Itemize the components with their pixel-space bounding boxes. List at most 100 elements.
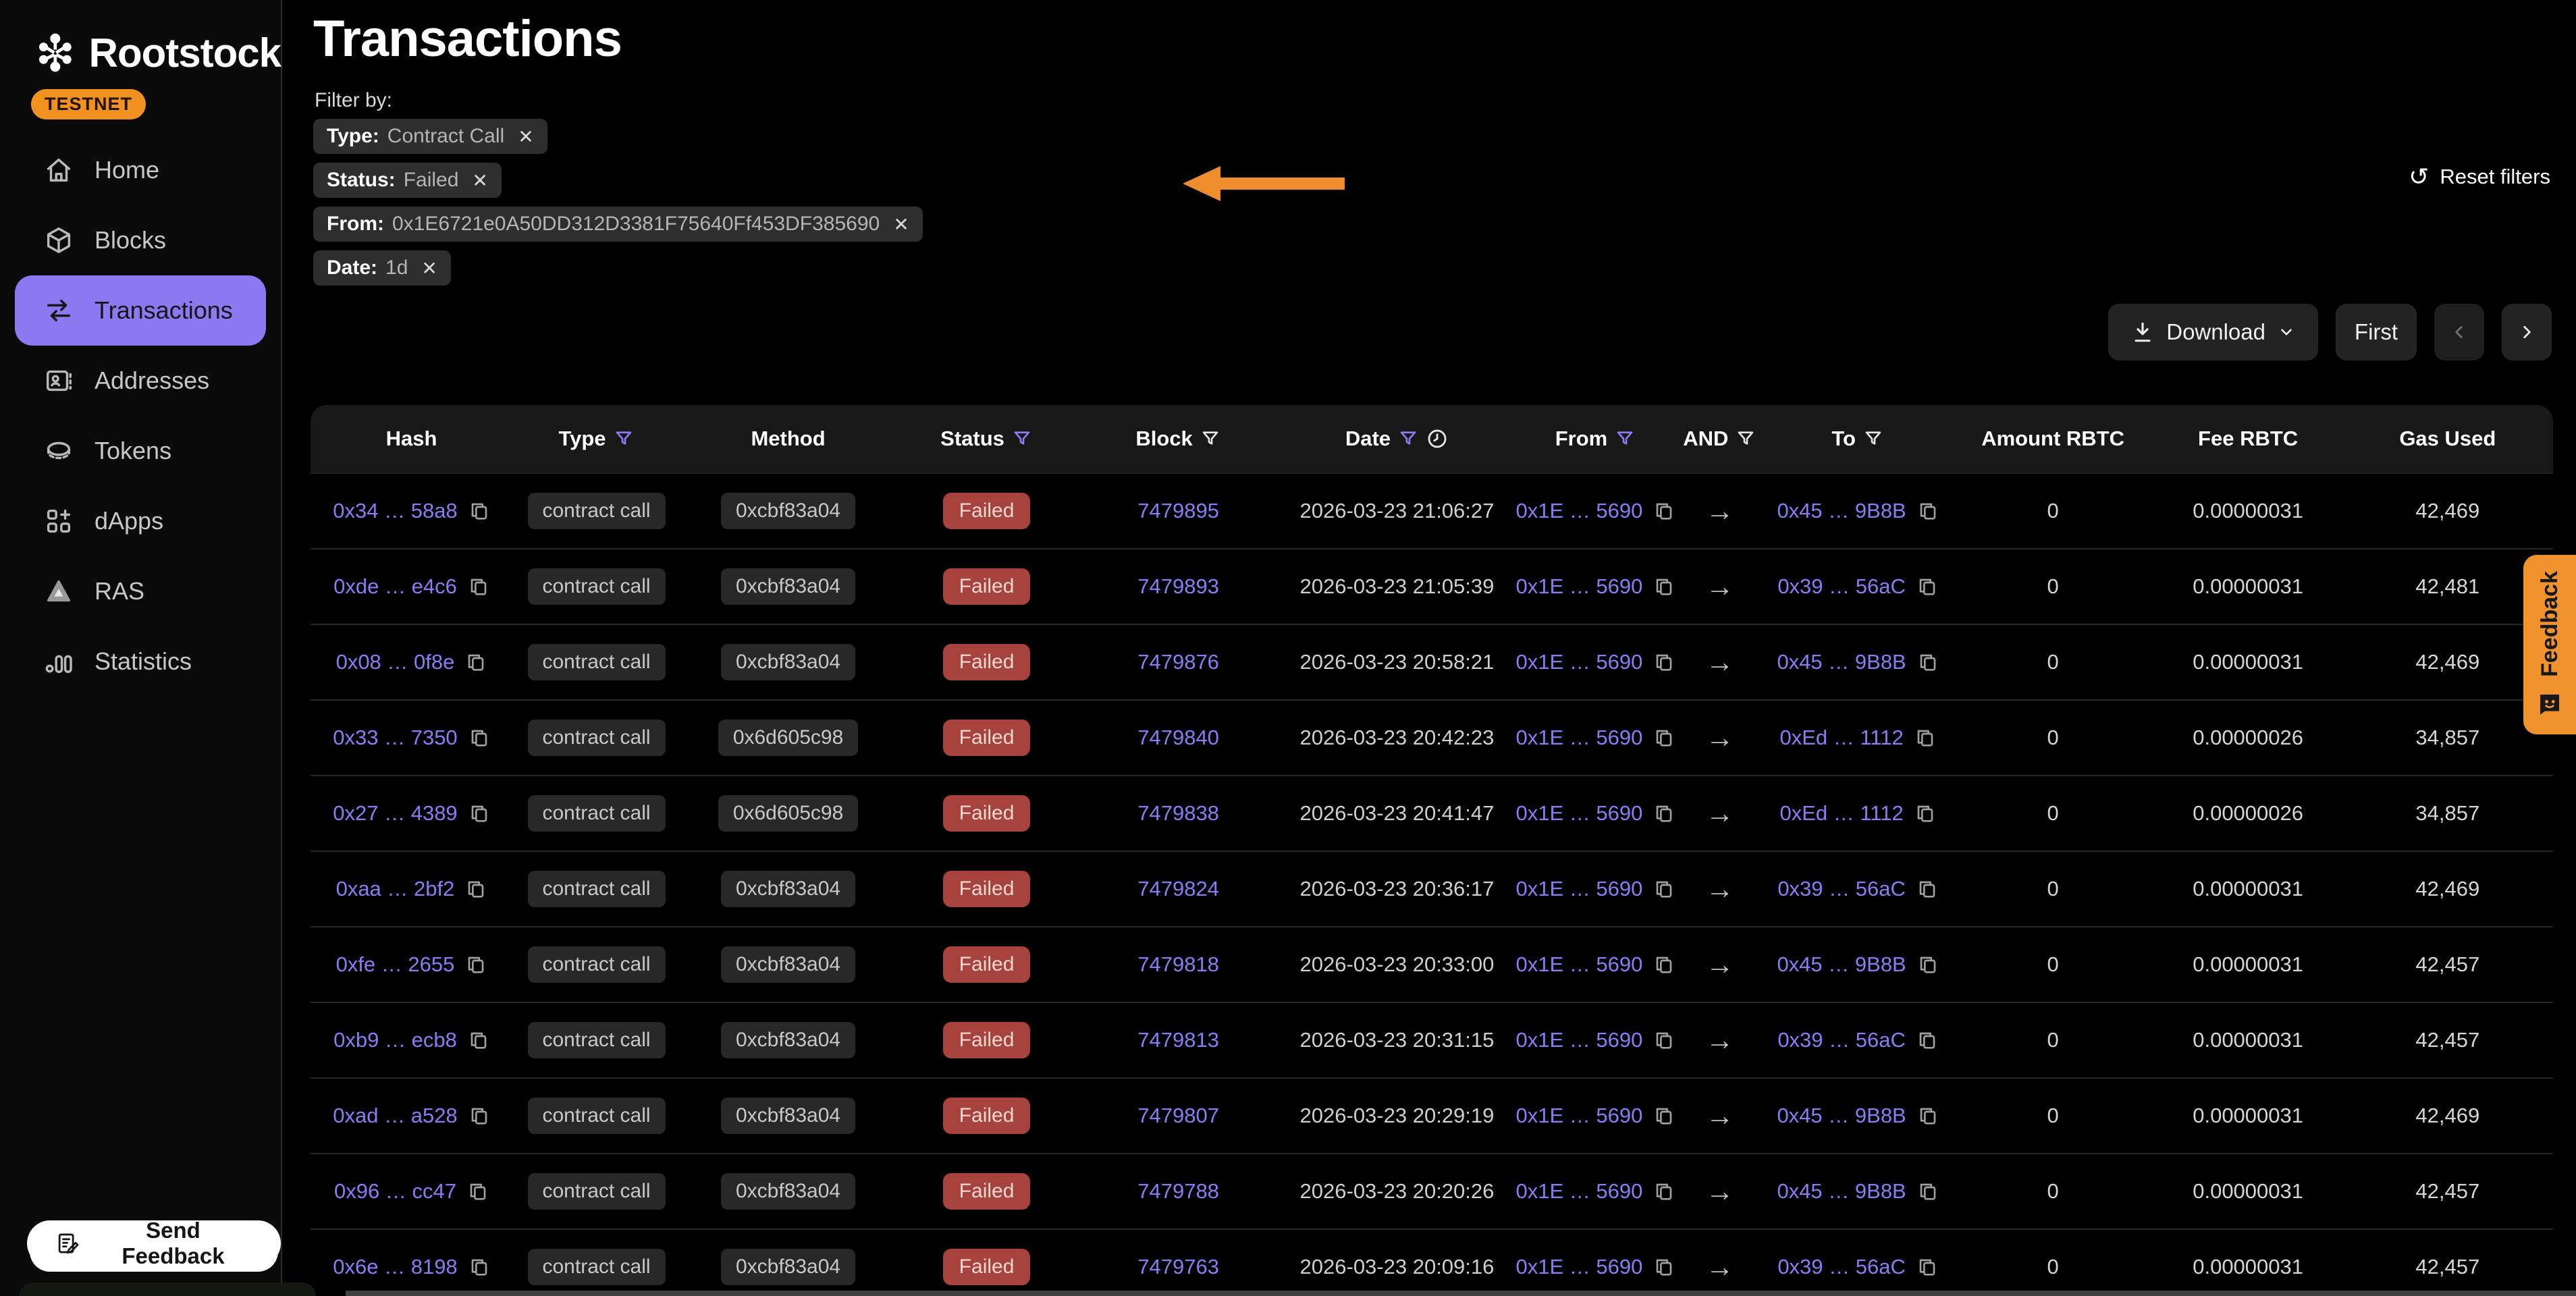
copy-icon[interactable] [465, 878, 487, 900]
from-address-link[interactable]: 0x1E … 5690 [1516, 1028, 1643, 1052]
filter-icon[interactable] [613, 428, 635, 450]
sidebar-item-statistics[interactable]: Statistics [15, 626, 266, 697]
sidebar-item-tokens[interactable]: Tokens [15, 416, 266, 486]
brand-logo[interactable]: Rootstock [31, 20, 281, 85]
col-header-from[interactable]: From [1515, 405, 1676, 473]
copy-icon[interactable] [1916, 575, 1938, 598]
from-address-link[interactable]: 0x1E … 5690 [1516, 1179, 1643, 1204]
col-header-status[interactable]: Status [896, 405, 1077, 473]
copy-icon[interactable] [1917, 651, 1939, 674]
sidebar-item-dapps[interactable]: dApps [15, 486, 266, 556]
from-address-link[interactable]: 0x1E … 5690 [1516, 650, 1643, 674]
copy-icon[interactable] [1653, 1256, 1675, 1278]
from-address-link[interactable]: 0x1E … 5690 [1516, 877, 1643, 901]
filter-icon[interactable] [1200, 428, 1221, 450]
tx-hash-link[interactable]: 0x27 … 4389 [333, 801, 457, 826]
to-address-link[interactable]: 0x45 … 9B8B [1777, 499, 1906, 523]
col-header-block[interactable]: Block [1077, 405, 1279, 473]
to-address-link[interactable]: 0xEd … 1112 [1779, 726, 1903, 750]
copy-icon[interactable] [468, 726, 490, 749]
block-link[interactable]: 7479807 [1137, 1104, 1219, 1127]
copy-icon[interactable] [1653, 575, 1675, 598]
col-header-and[interactable]: AND [1676, 405, 1764, 473]
tx-hash-link[interactable]: 0xad … a528 [333, 1104, 457, 1128]
from-address-link[interactable]: 0x1E … 5690 [1516, 499, 1643, 523]
from-address-link[interactable]: 0x1E … 5690 [1516, 801, 1643, 826]
to-address-link[interactable]: 0x45 … 9B8B [1777, 1104, 1906, 1128]
tx-hash-link[interactable]: 0x6e … 8198 [333, 1255, 457, 1279]
tx-hash-link[interactable]: 0xb9 … ecb8 [333, 1028, 457, 1052]
block-link[interactable]: 7479840 [1137, 726, 1219, 749]
copy-icon[interactable] [465, 651, 487, 674]
copy-icon[interactable] [465, 953, 487, 976]
tx-hash-link[interactable]: 0x08 … 0f8e [336, 650, 455, 674]
copy-icon[interactable] [1653, 878, 1675, 900]
copy-icon[interactable] [468, 1256, 490, 1278]
feedback-tab[interactable]: Feedback [2523, 555, 2576, 734]
tx-hash-link[interactable]: 0x34 … 58a8 [333, 499, 457, 523]
to-address-link[interactable]: 0x45 … 9B8B [1777, 952, 1906, 977]
sidebar-item-transactions[interactable]: Transactions [15, 275, 266, 346]
next-page-button[interactable] [2502, 304, 2552, 360]
filter-icon[interactable] [1862, 428, 1884, 450]
block-link[interactable]: 7479895 [1137, 499, 1219, 522]
filter-icon[interactable] [1614, 428, 1636, 450]
block-link[interactable]: 7479824 [1137, 877, 1219, 900]
copy-icon[interactable] [1653, 953, 1675, 976]
col-header-type[interactable]: Type [512, 405, 680, 473]
tx-hash-link[interactable]: 0xde … e4c6 [333, 574, 457, 599]
tx-hash-link[interactable]: 0x33 … 7350 [333, 726, 457, 750]
copy-icon[interactable] [1914, 802, 1936, 825]
block-link[interactable]: 7479788 [1137, 1179, 1219, 1203]
clock-icon[interactable] [1426, 427, 1449, 450]
copy-icon[interactable] [468, 1029, 489, 1052]
filter-icon[interactable] [1735, 428, 1756, 450]
sidebar-item-home[interactable]: Home [15, 135, 266, 205]
filter-icon[interactable] [1397, 428, 1419, 450]
copy-icon[interactable] [1653, 802, 1675, 825]
copy-icon[interactable] [1917, 1104, 1939, 1127]
block-link[interactable]: 7479876 [1137, 650, 1219, 674]
close-icon[interactable]: ✕ [893, 213, 909, 236]
copy-icon[interactable] [1653, 726, 1675, 749]
to-address-link[interactable]: 0x45 … 9B8B [1777, 1179, 1906, 1204]
to-address-link[interactable]: 0x39 … 56aC [1777, 574, 1906, 599]
copy-icon[interactable] [1653, 1104, 1675, 1127]
to-address-link[interactable]: 0xEd … 1112 [1779, 801, 1903, 826]
block-link[interactable]: 7479893 [1137, 574, 1219, 598]
filter-chip-status[interactable]: Status: Failed ✕ [313, 163, 502, 198]
copy-icon[interactable] [1914, 726, 1936, 749]
filter-chip-from[interactable]: From: 0x1E6721e0A50DD312D3381F75640Ff453… [313, 207, 923, 242]
copy-icon[interactable] [1917, 1180, 1939, 1203]
download-button[interactable]: Download [2108, 304, 2318, 360]
from-address-link[interactable]: 0x1E … 5690 [1516, 574, 1643, 599]
copy-icon[interactable] [1917, 953, 1939, 976]
tx-hash-link[interactable]: 0xaa … 2bf2 [336, 877, 455, 901]
send-feedback-button[interactable]: Send Feedback [27, 1220, 281, 1266]
tx-hash-link[interactable]: 0xfe … 2655 [336, 952, 455, 977]
from-address-link[interactable]: 0x1E … 5690 [1516, 952, 1643, 977]
copy-icon[interactable] [467, 1180, 489, 1203]
reset-filters-button[interactable]: ↺ Reset filters [2409, 165, 2550, 189]
close-icon[interactable]: ✕ [421, 257, 437, 279]
block-link[interactable]: 7479838 [1137, 801, 1219, 825]
to-address-link[interactable]: 0x39 … 56aC [1777, 877, 1906, 901]
copy-icon[interactable] [468, 1104, 490, 1127]
from-address-link[interactable]: 0x1E … 5690 [1516, 726, 1643, 750]
block-link[interactable]: 7479818 [1137, 952, 1219, 976]
copy-icon[interactable] [1653, 651, 1675, 674]
sidebar-item-ras[interactable]: RAS [15, 556, 266, 626]
close-icon[interactable]: ✕ [472, 169, 487, 192]
sidebar-item-blocks[interactable]: Blocks [15, 205, 266, 275]
sidebar-item-addresses[interactable]: Addresses [15, 346, 266, 416]
copy-icon[interactable] [468, 575, 489, 598]
filter-chip-type[interactable]: Type: Contract Call ✕ [313, 119, 547, 154]
col-header-date[interactable]: Date [1279, 405, 1515, 473]
to-address-link[interactable]: 0x39 … 56aC [1777, 1028, 1906, 1052]
horizontal-scrollbar[interactable] [346, 1291, 2576, 1296]
close-icon[interactable]: ✕ [518, 126, 533, 148]
from-address-link[interactable]: 0x1E … 5690 [1516, 1255, 1643, 1279]
copy-icon[interactable] [1916, 1029, 1938, 1052]
copy-icon[interactable] [1653, 1029, 1675, 1052]
block-link[interactable]: 7479763 [1137, 1255, 1219, 1278]
